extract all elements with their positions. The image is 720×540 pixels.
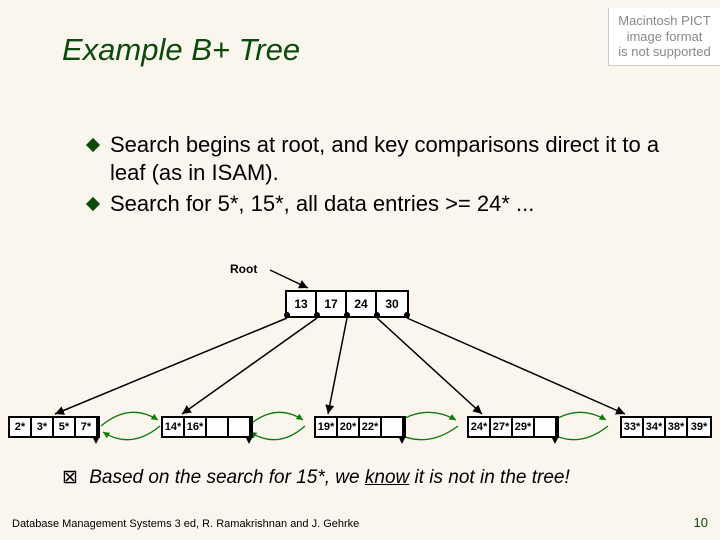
- conclusion-prefix: Based on the search for 15*, we: [89, 467, 365, 488]
- root-key: 17: [324, 297, 337, 311]
- page-title: Example B+ Tree: [62, 32, 300, 68]
- crossed-box-icon: ⊠: [62, 467, 78, 488]
- pict-line-3: is not supported: [609, 44, 720, 60]
- leaf-cell: 33*: [622, 418, 644, 436]
- leaf-node: 19* 20* 22*: [314, 416, 406, 438]
- leaf-cell-empty: [207, 418, 229, 436]
- leaf-cell: 2*: [10, 418, 32, 436]
- child-pointer-dot: [404, 312, 410, 318]
- diamond-bullet-icon: [86, 138, 100, 152]
- leaf-node: 33* 34* 38* 39*: [620, 416, 712, 438]
- leaf-node: 24* 27* 29*: [467, 416, 559, 438]
- leaf-node: 2* 3* 5* 7*: [8, 416, 100, 438]
- leaf-cell: 27*: [491, 418, 513, 436]
- root-key: 24: [354, 297, 367, 311]
- root-node: 13 17 24 30: [285, 290, 409, 318]
- conclusion-underline: know: [365, 467, 409, 488]
- leaf-cell-empty: [535, 418, 557, 436]
- leaf-cell: 20*: [338, 418, 360, 436]
- leaf-cell-empty: [382, 418, 404, 436]
- leaf-cell: 3*: [32, 418, 54, 436]
- leaf-cell: 34*: [644, 418, 666, 436]
- child-pointer-dot: [314, 312, 320, 318]
- bullet-text: Search for 5*, 15*, all data entries >= …: [110, 191, 534, 216]
- leaf-cell: 22*: [360, 418, 382, 436]
- root-key: 30: [385, 297, 398, 311]
- leaf-cell: 7*: [76, 418, 98, 436]
- tree-edges: [0, 0, 720, 460]
- bullet-item: Search for 5*, 15*, all data entries >= …: [88, 190, 678, 218]
- conclusion-text: ⊠ Based on the search for 15*, we know i…: [62, 466, 716, 489]
- leaf-cell: 29*: [513, 418, 535, 436]
- root-key-cell: 17: [317, 292, 347, 316]
- root-key: 13: [294, 297, 307, 311]
- leaf-cell: 16*: [185, 418, 207, 436]
- root-label: Root: [230, 262, 257, 276]
- leaf-node: 14* 16*: [161, 416, 253, 438]
- child-pointer-dot: [344, 312, 350, 318]
- diamond-bullet-icon: [86, 197, 100, 211]
- sibling-pointer-icon: [551, 436, 559, 444]
- conclusion-suffix: it is not in the tree!: [409, 467, 570, 488]
- child-pointer-dot: [284, 312, 290, 318]
- leaf-cell: 39*: [688, 418, 710, 436]
- child-pointer-dot: [374, 312, 380, 318]
- leaf-cell-empty: [229, 418, 251, 436]
- leaf-level: 2* 3* 5* 7* 14* 16* 19* 20* 22* 24* 27* …: [8, 416, 712, 438]
- root-key-cell: 30: [377, 292, 407, 316]
- bullet-text: Search begins at root, and key compariso…: [110, 132, 659, 185]
- leaf-cell: 38*: [666, 418, 688, 436]
- leaf-cell: 5*: [54, 418, 76, 436]
- footer-credit: Database Management Systems 3 ed, R. Ram…: [12, 518, 359, 530]
- root-key-cell: 13: [287, 292, 317, 316]
- pict-line-1: Macintosh PICT: [609, 13, 720, 29]
- pict-unsupported-box: Macintosh PICT image format is not suppo…: [608, 8, 720, 66]
- sibling-pointer-icon: [398, 436, 406, 444]
- leaf-cell: 14*: [163, 418, 185, 436]
- page-number: 10: [694, 515, 708, 530]
- sibling-pointer-icon: [92, 436, 100, 444]
- sibling-pointer-icon: [245, 436, 253, 444]
- bullet-list: Search begins at root, and key compariso…: [88, 131, 678, 222]
- root-key-cell: 24: [347, 292, 377, 316]
- leaf-cell: 24*: [469, 418, 491, 436]
- pict-line-2: image format: [609, 29, 720, 45]
- bullet-item: Search begins at root, and key compariso…: [88, 131, 678, 186]
- leaf-cell: 19*: [316, 418, 338, 436]
